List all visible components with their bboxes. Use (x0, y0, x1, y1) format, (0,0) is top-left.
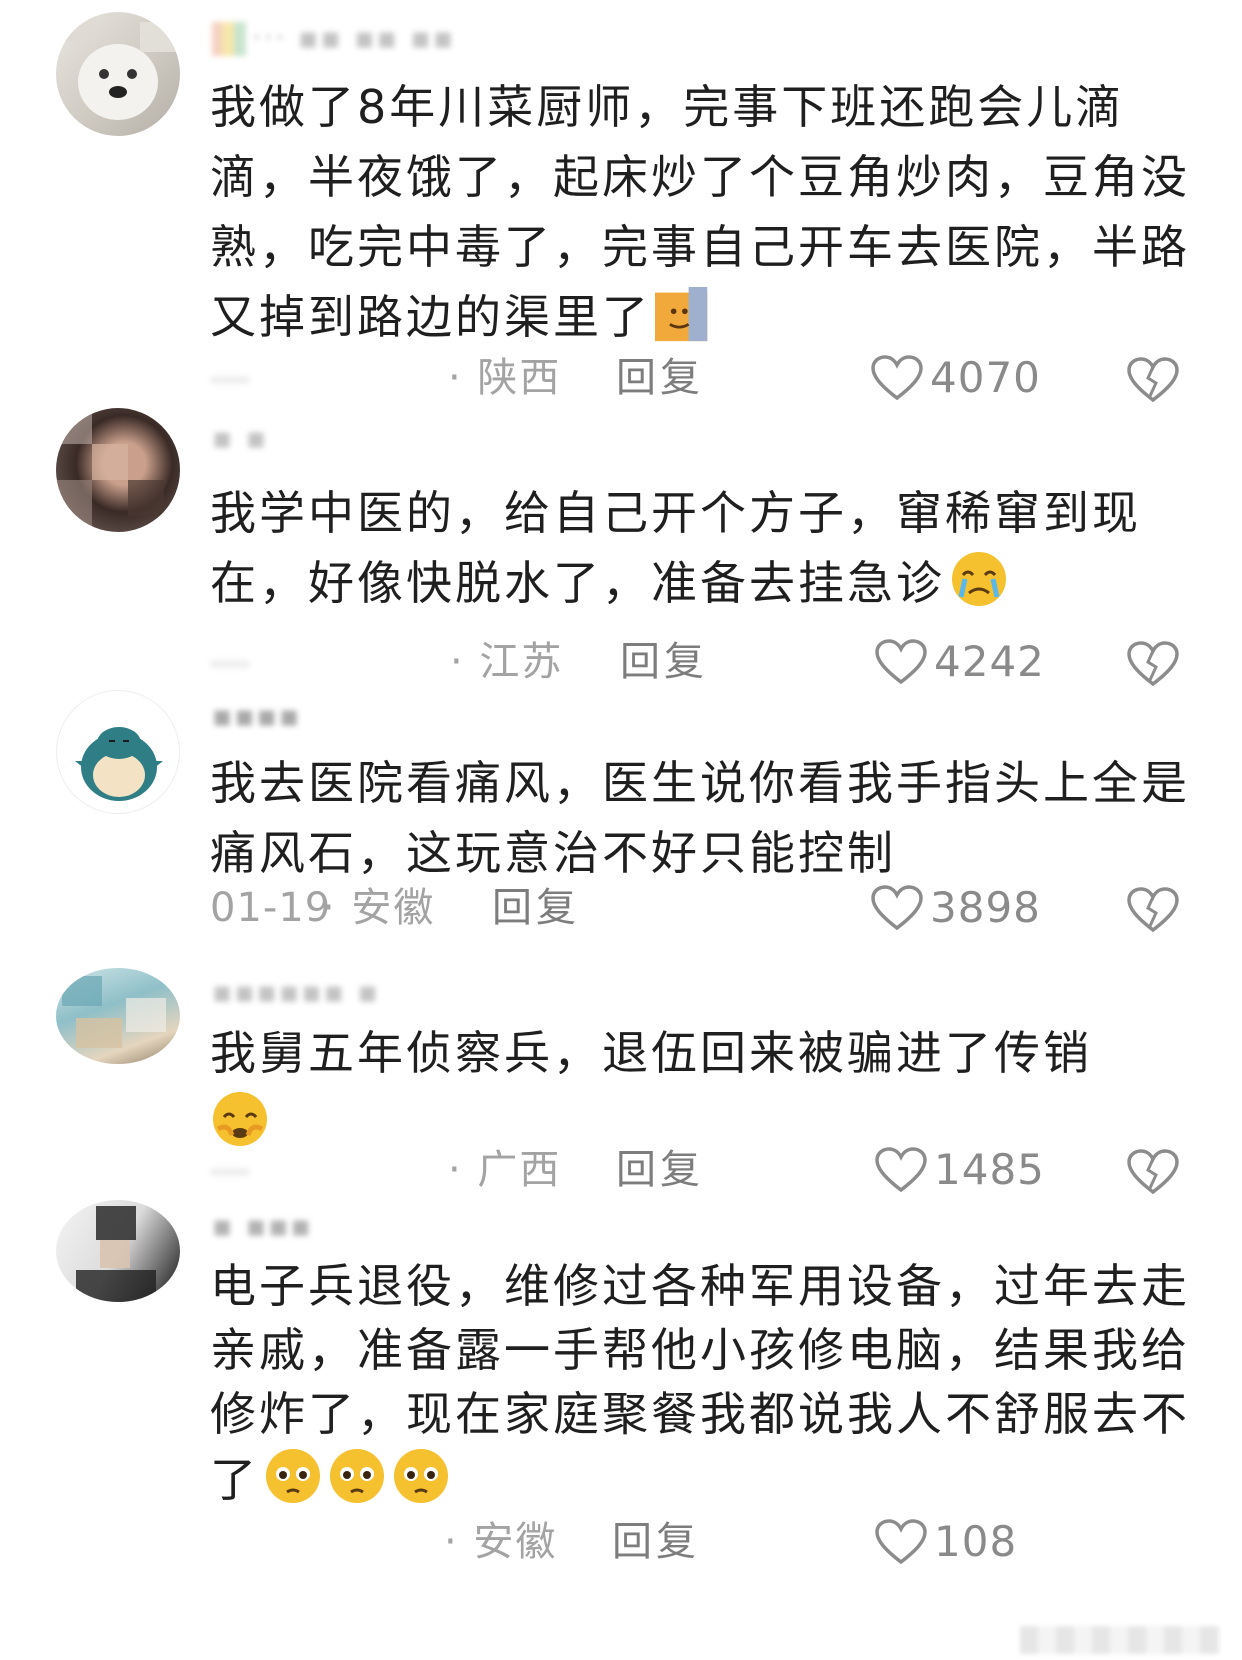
username[interactable]: ‧‧‧ ▪▪ ▪▪ ▪▪ (212, 22, 456, 56)
region-label: · 陕西 (448, 355, 562, 401)
like-button[interactable]: 3898 (870, 880, 1041, 936)
comment-text: 电子兵退役，维修过各种军用设备，过年去走亲戚，准备露一手帮他小孩修电脑，结果我给… (210, 1254, 1200, 1512)
heart-icon (875, 1147, 927, 1193)
broken-heart-icon[interactable] (1126, 1148, 1180, 1196)
avatar[interactable] (56, 12, 180, 136)
username[interactable]: ▪▪▪▪ (212, 700, 301, 734)
avatar[interactable] (56, 968, 180, 1064)
username[interactable]: ▪ ▪▪▪ (212, 1210, 313, 1244)
heart-icon (871, 885, 923, 931)
comment-text: 我去医院看痛风，医生说你看我手指头上全是痛风石，这玩意治不好只能控制 (210, 748, 1200, 888)
like-button[interactable]: 4242 (874, 634, 1045, 690)
reply-button[interactable]: 回复 (616, 350, 704, 406)
comment-meta: · 江苏 回复 4242 (0, 634, 1242, 690)
avatar[interactable] (56, 690, 180, 814)
like-count: 4070 (930, 353, 1041, 402)
comment-text: 我学中医的，给自己开个方子，窜稀窜到现在，好像快脱水了，准备去挂急诊 (210, 478, 1200, 618)
like-button[interactable]: 1485 (874, 1142, 1045, 1198)
heart-icon (875, 639, 927, 685)
comment-meta: · 安徽 回复 108 (0, 1514, 1242, 1570)
broken-heart-icon[interactable] (1126, 886, 1180, 934)
person-avatar-icon (56, 408, 164, 532)
avatar[interactable] (56, 1200, 180, 1302)
pleading-face-icon (330, 1449, 384, 1503)
region-label: · 安徽 (322, 885, 436, 931)
pleading-face-icon (394, 1449, 448, 1503)
dog-avatar-icon (56, 12, 180, 120)
comment-meta: · 广西 回复 1485 (0, 1142, 1242, 1198)
scenery-avatar-icon (62, 976, 166, 1048)
crying-face-icon (213, 1092, 267, 1146)
comment-meta: 01-19 · 安徽 回复 3898 (0, 880, 1242, 936)
region-label: · 广西 (448, 1147, 562, 1193)
like-count: 3898 (930, 883, 1041, 932)
comment-body: 我舅五年侦察兵，退伍回来被骗进了传销 (210, 1026, 1092, 1080)
region-label: · 安徽 (444, 1519, 558, 1565)
username[interactable]: ▪▪▪▪▪▪ ▪ (212, 976, 380, 1010)
like-count: 4242 (934, 637, 1045, 686)
comment-meta: · 陕西 回复 4070 (0, 350, 1242, 406)
cat-face-icon (655, 287, 708, 342)
heart-icon (871, 355, 923, 401)
like-count: 108 (934, 1517, 1018, 1566)
crying-face-icon (952, 552, 1006, 606)
reply-button[interactable]: 回复 (620, 634, 708, 690)
watermark-mosaic (1020, 1626, 1220, 1654)
username[interactable]: ▪ ▪ (212, 422, 268, 456)
comment-body: 我去医院看痛风，医生说你看我手指头上全是痛风石，这玩意治不好只能控制 (210, 756, 1190, 880)
like-count: 1485 (934, 1145, 1045, 1194)
comment-date: 01-19 (210, 885, 332, 931)
comment-text: 我舅五年侦察兵，退伍回来被骗进了传销 (210, 1018, 1200, 1158)
heart-icon (875, 1519, 927, 1565)
snorlax-avatar-icon (75, 727, 163, 801)
pleading-face-icon (266, 1449, 320, 1503)
person-avatar-icon (76, 1206, 156, 1302)
like-button[interactable]: 4070 (870, 350, 1041, 406)
comment-text: 我做了8年川菜厨师，完事下班还跑会儿滴滴，半夜饿了，起床炒了个豆角炒肉，豆角没熟… (210, 72, 1200, 352)
avatar[interactable] (56, 408, 180, 532)
region-label: · 江苏 (450, 639, 564, 685)
like-button[interactable]: 108 (874, 1514, 1017, 1570)
reply-button[interactable]: 回复 (492, 880, 580, 936)
reply-button[interactable]: 回复 (616, 1142, 704, 1198)
broken-heart-icon[interactable] (1126, 640, 1180, 688)
broken-heart-icon[interactable] (1126, 356, 1180, 404)
reply-button[interactable]: 回复 (612, 1514, 700, 1570)
